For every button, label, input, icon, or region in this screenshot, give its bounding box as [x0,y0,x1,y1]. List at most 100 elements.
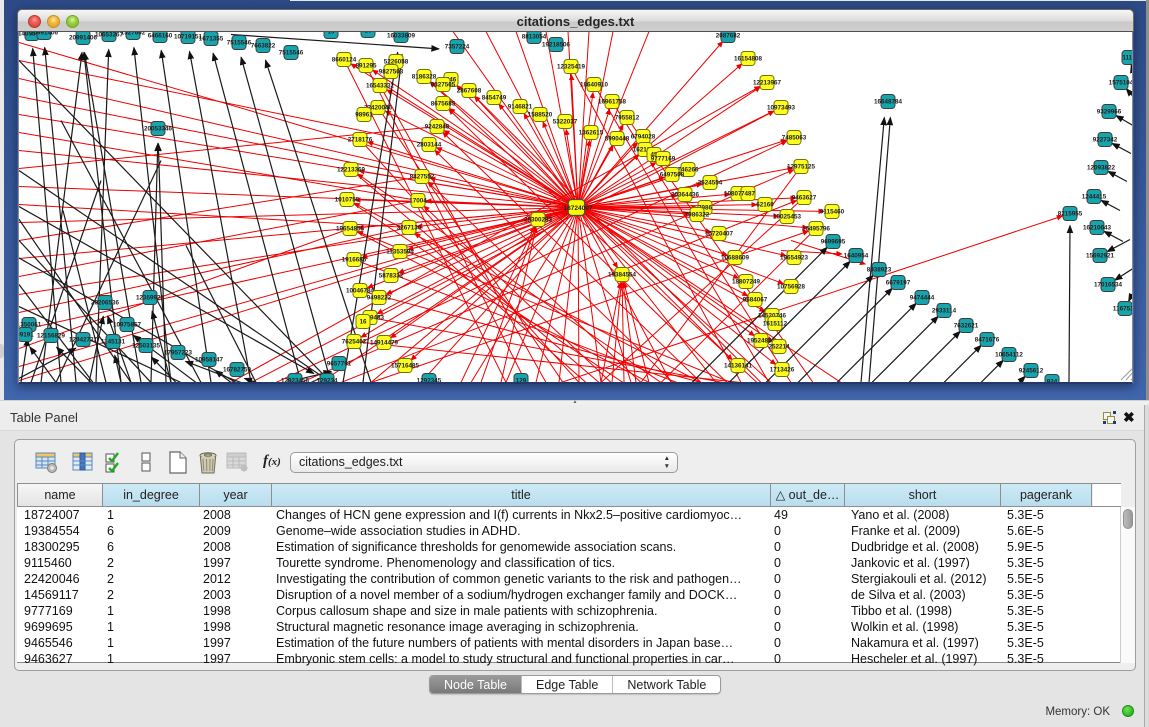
svg-text:19654923: 19654923 [780,255,809,262]
svg-text:2803144: 2803144 [417,142,442,149]
svg-text:16495796: 16495796 [802,226,831,233]
svg-text:1615112: 1615112 [763,321,788,328]
svg-text:16: 16 [359,319,367,326]
svg-text:19218506: 19218506 [542,42,571,49]
svg-text:9227342: 9227342 [1093,137,1118,144]
svg-text:5878332: 5878332 [379,273,404,280]
svg-text:1713426: 1713426 [770,367,795,374]
svg-text:9327505: 9327505 [431,82,456,89]
svg-text:7357224: 7357224 [445,44,470,51]
svg-text:18724007: 18724007 [564,205,593,212]
svg-text:8427552: 8427552 [410,174,435,181]
svg-text:8454749: 8454749 [482,95,507,102]
svg-text:1362615: 1362615 [579,130,604,137]
svg-text:12923456: 12923456 [281,378,310,382]
svg-text:18807249: 18807249 [732,279,761,286]
svg-text:19654855: 19654855 [336,226,365,233]
svg-text:20053346: 20053346 [144,126,173,133]
svg-text:8186328: 8186328 [412,74,437,81]
svg-text:17957223: 17957223 [164,350,193,357]
svg-text:9242848: 9242848 [425,124,450,131]
svg-text:9115460: 9115460 [820,209,845,216]
svg-text:7515546: 7515546 [279,50,304,57]
svg-text:9684067: 9684067 [743,297,768,304]
svg-text:16782759: 16782759 [223,367,252,374]
svg-text:20364436: 20364436 [671,192,700,199]
svg-text:12213967: 12213967 [753,80,782,87]
svg-text:1145131: 1145131 [101,339,126,346]
svg-text:8660124: 8660124 [332,57,357,64]
svg-text:9699695: 9699695 [821,239,846,246]
svg-text:129234: 129234 [316,378,338,382]
svg-text:16961758: 16961758 [598,99,627,106]
svg-text:1112: 1112 [1122,55,1133,62]
svg-text:20991406: 20991406 [30,32,59,37]
svg-text:18640910: 18640910 [580,82,609,89]
svg-text:1671355: 1671355 [199,36,224,43]
svg-text:1575104: 1575104 [1109,80,1133,87]
svg-text:8813054: 8813054 [522,34,547,41]
svg-text:16210643: 16210643 [1083,225,1112,232]
svg-text:10973493: 10973493 [767,105,796,112]
svg-text:1244415: 1244415 [1082,194,1107,201]
svg-text:19: 19 [327,32,335,36]
svg-text:252214: 252214 [768,344,790,351]
svg-text:25300293: 25300293 [524,217,553,224]
svg-text:3624554: 3624554 [698,180,723,187]
svg-text:8938923: 8938923 [867,267,892,274]
svg-text:7625402: 7625402 [342,339,367,346]
svg-text:20991406: 20991406 [69,35,98,42]
svg-text:9245612: 9245612 [1019,368,1044,375]
svg-text:10025453: 10025453 [773,214,802,221]
svg-text:9777169: 9777169 [651,156,676,163]
svg-text:6497508: 6497508 [660,172,685,179]
svg-text:17016534: 17016534 [1094,282,1123,289]
svg-text:16543332: 16543332 [366,83,395,90]
svg-text:2718176: 2718176 [348,137,373,144]
svg-text:9146821: 9146821 [508,104,533,111]
svg-text:9827503: 9827503 [379,69,404,76]
svg-text:8215955: 8215955 [1058,211,1083,218]
svg-text:1010755: 1010755 [335,197,360,204]
svg-text:11353594: 11353594 [386,249,414,256]
svg-text:7632621: 7632621 [954,323,979,330]
svg-text:15692921: 15692921 [1086,253,1115,260]
svg-text:9498222: 9498222 [367,295,392,302]
svg-text:12325419: 12325419 [557,64,586,71]
svg-text:1916685: 1916685 [342,257,367,264]
svg-text:9657791: 9657791 [327,361,352,368]
svg-text:19384554: 19384554 [608,272,637,279]
svg-text:924: 924 [1047,379,1058,382]
svg-text:10958147: 10958147 [195,357,224,364]
svg-text:20206536: 20206536 [91,300,120,307]
svg-text:17004: 17004 [409,198,427,205]
svg-text:6794028: 6794028 [631,134,656,141]
svg-text:9329966: 9329966 [1097,109,1122,116]
svg-text:12975125: 12975125 [787,164,816,171]
svg-text:9463627: 9463627 [792,195,817,202]
svg-text:16154808: 16154808 [734,56,763,63]
svg-text:12359928: 12359928 [136,295,165,302]
svg-text:10688609: 10688609 [721,255,750,262]
svg-text:1167533: 1167533 [1113,306,1133,313]
svg-text:1292345: 1292345 [417,378,442,382]
svg-text:16033809: 16033809 [387,33,416,40]
svg-text:8675685: 8675685 [431,101,456,108]
svg-text:10756928: 10756928 [777,284,806,291]
svg-text:12213369: 12213369 [337,167,366,174]
svg-text:12503135: 12503135 [132,343,161,350]
svg-text:1588520: 1588520 [528,112,553,119]
svg-text:98961: 98961 [355,112,373,119]
svg-text:129: 129 [516,378,527,382]
svg-text:62160: 62160 [756,202,774,209]
svg-text:10046784: 10046784 [346,288,375,295]
svg-text:5322037: 5322037 [553,119,578,126]
svg-text:6466160: 6466160 [148,33,173,40]
svg-text:16648784: 16648784 [874,99,903,106]
svg-text:7986322: 7986322 [685,212,710,219]
svg-text:14136141: 14136141 [724,363,753,370]
svg-text:15720407: 15720407 [705,231,734,238]
svg-text:9474444: 9474444 [910,295,935,302]
svg-text:7485063: 7485063 [782,135,807,142]
svg-text:7955812: 7955812 [615,115,640,122]
